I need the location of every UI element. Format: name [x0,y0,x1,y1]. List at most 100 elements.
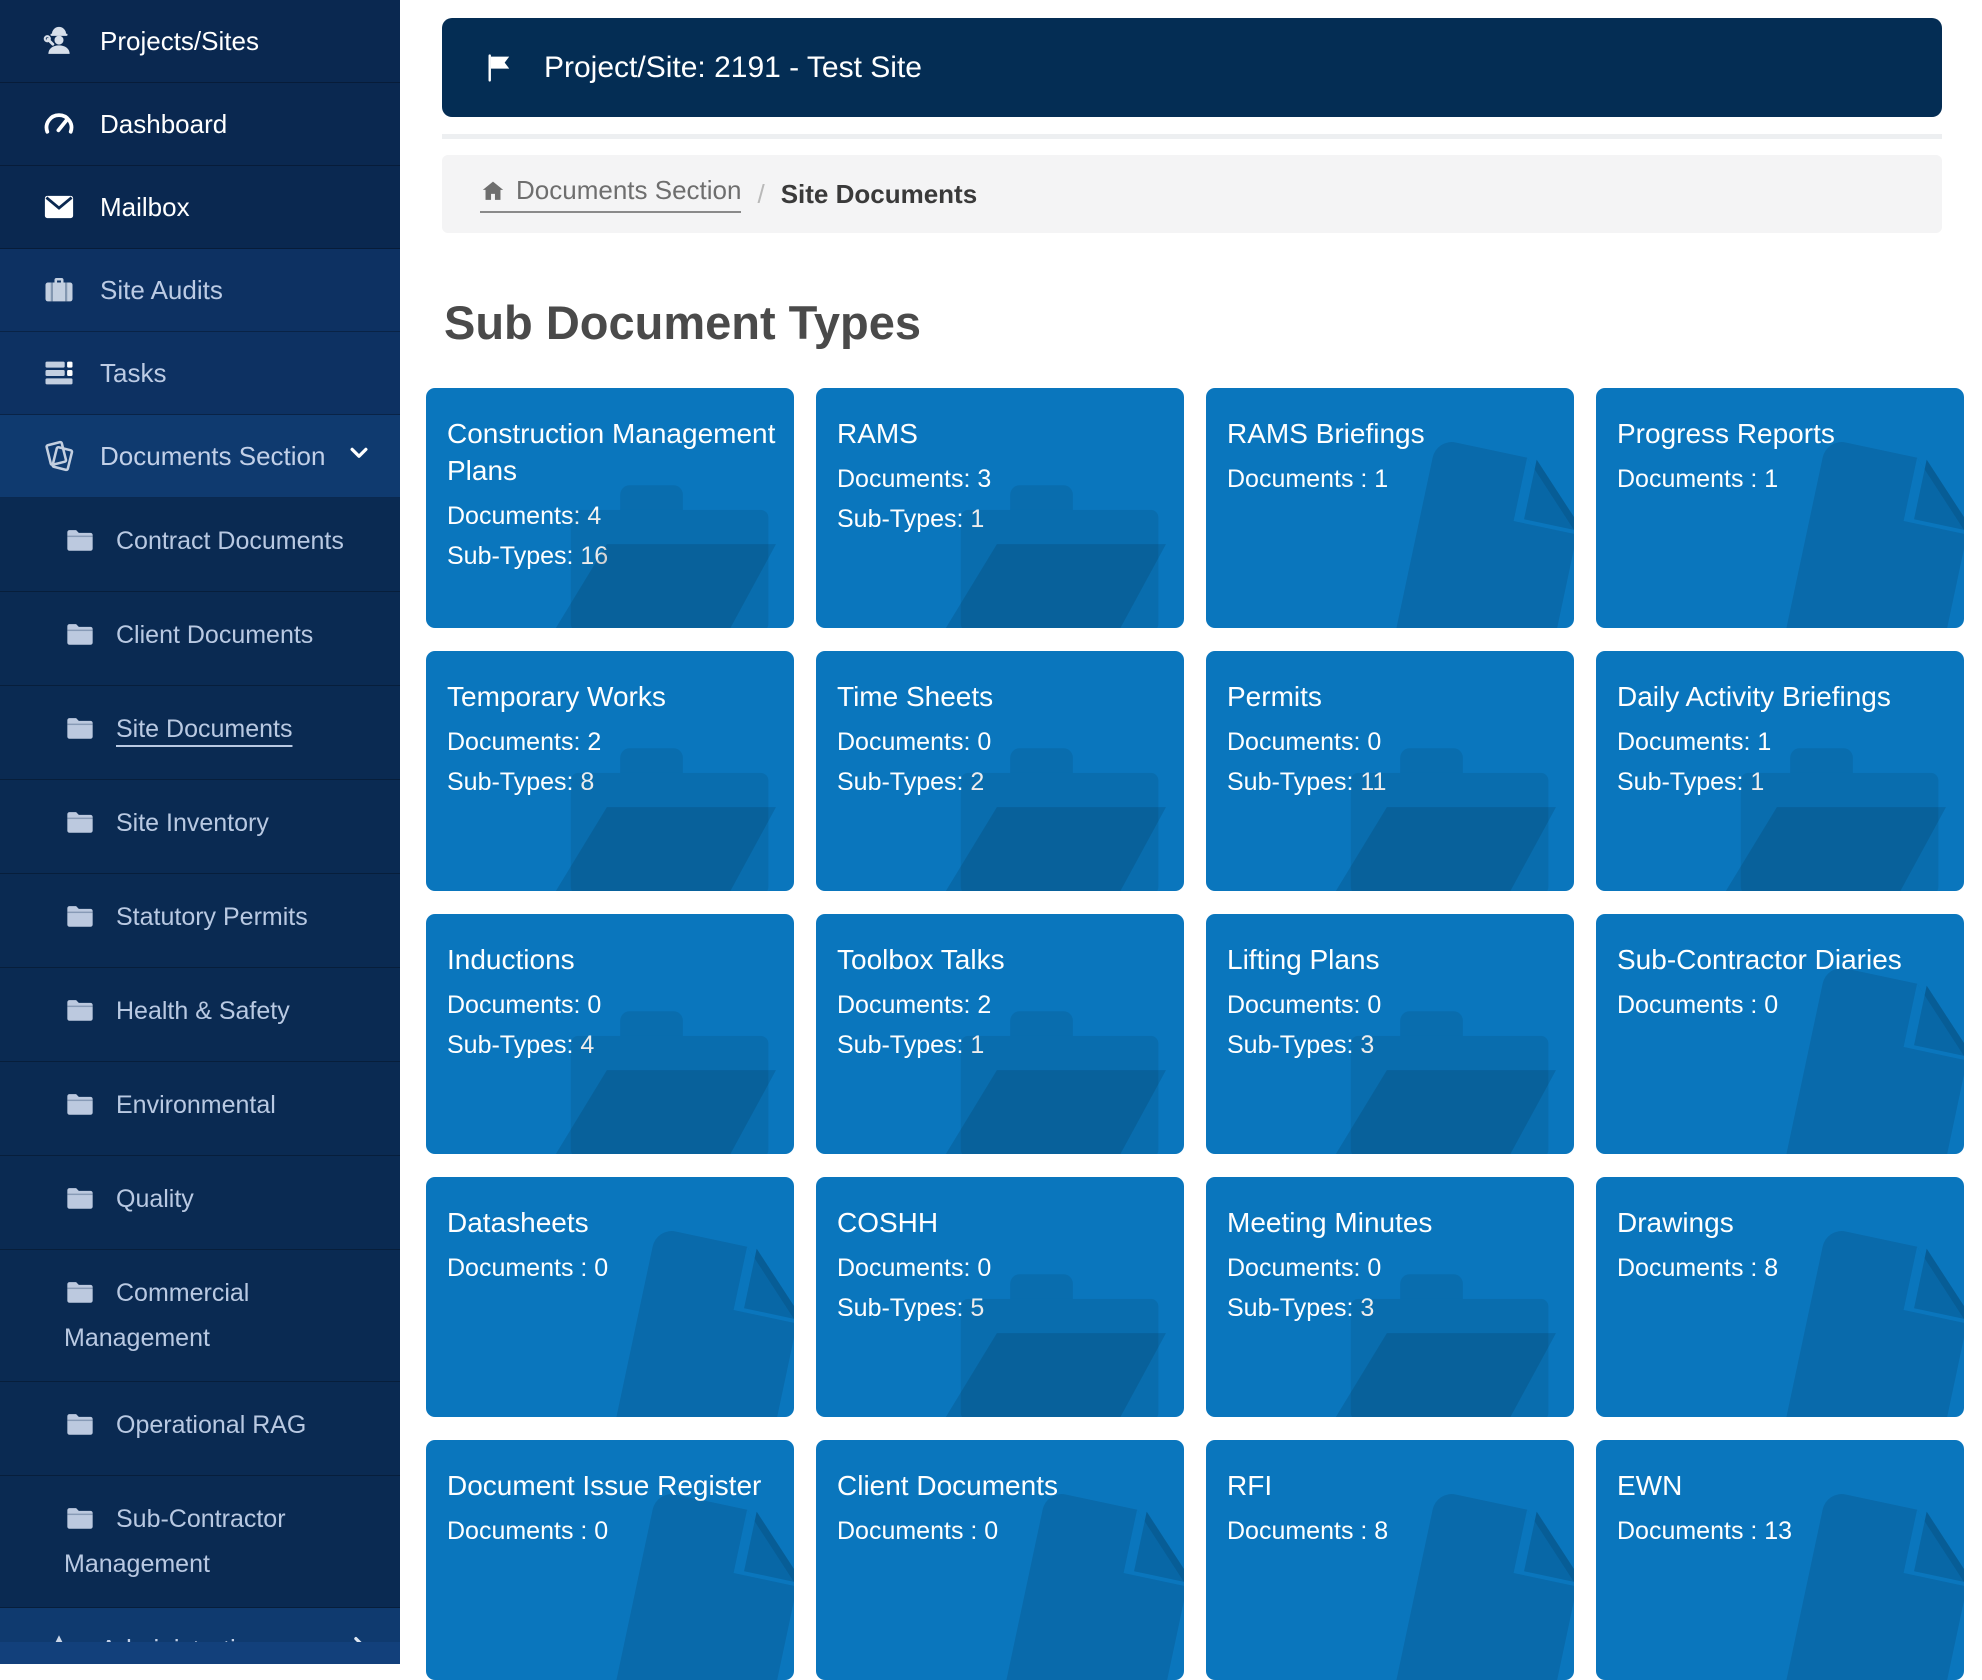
sidebar-item-label: Statutory Permits [116,903,308,931]
card-subtypes-count: Sub-Types: 1 [837,1025,1168,1065]
card-title: Construction Management Plans [447,415,778,489]
breadcrumb-link-label: Documents Section [516,175,741,206]
card-title: Progress Reports [1617,415,1948,452]
breadcrumb-current: Site Documents [781,179,978,210]
folder-icon [64,1502,96,1545]
card-documents-count: Documents: 2 [447,722,778,762]
card-documents-count: Documents: 2 [837,985,1168,1025]
sidebar-item-label: Documents Section [100,441,325,472]
card-documents-count: Documents : 0 [1617,985,1948,1025]
home-icon [480,178,506,204]
sidebar-item-contract-documents[interactable]: Contract Documents [0,498,400,592]
sidebar-item-label: Operational RAG [116,1411,306,1439]
card-datasheets[interactable]: DatasheetsDocuments : 0 [426,1177,794,1417]
sidebar-item-environmental[interactable]: Environmental [0,1062,400,1156]
sidebar-item-mailbox[interactable]: Mailbox [0,166,400,249]
card-title: RAMS [837,415,1168,452]
sidebar-item-health-safety[interactable]: Health & Safety [0,968,400,1062]
folder-icon [64,900,96,943]
sidebar-item-label: Dashboard [100,109,227,140]
briefcase-icon [40,271,78,309]
card-documents-count: Documents: 0 [837,1248,1168,1288]
card-daily-activity-briefings[interactable]: Daily Activity BriefingsDocuments: 1Sub-… [1596,651,1964,891]
card-time-sheets[interactable]: Time SheetsDocuments: 0Sub-Types: 2 [816,651,1184,891]
flag-icon [482,51,516,85]
sidebar-item-label: Environmental [116,1091,276,1119]
card-inductions[interactable]: InductionsDocuments: 0Sub-Types: 4 [426,914,794,1154]
gauge-icon [40,105,78,143]
sidebar-item-projects-sites[interactable]: Projects/Sites [0,0,400,83]
card-subtypes-count: Sub-Types: 5 [837,1288,1168,1328]
card-title: Toolbox Talks [837,941,1168,978]
sidebar-item-dashboard[interactable]: Dashboard [0,83,400,166]
sidebar-item-label: Site Audits [100,275,223,306]
card-title: Inductions [447,941,778,978]
card-title: Temporary Works [447,678,778,715]
card-document-issue-register[interactable]: Document Issue RegisterDocuments : 0 [426,1440,794,1680]
divider-strip [442,134,1942,139]
card-documents-count: Documents: 1 [1617,722,1948,762]
card-title: Meeting Minutes [1227,1204,1558,1241]
card-temporary-works[interactable]: Temporary WorksDocuments: 2Sub-Types: 8 [426,651,794,891]
sidebar-item-tasks[interactable]: Tasks [0,332,400,415]
folder-icon [64,1276,96,1319]
card-drawings[interactable]: Drawings Documents : 8 [1596,1177,1964,1417]
envelope-icon [40,188,78,226]
card-progress-reports[interactable]: Progress ReportsDocuments : 1 [1596,388,1964,628]
card-documents-count: Documents: 0 [1227,722,1558,762]
card-documents-count: Documents: 3 [837,459,1168,499]
card-title: COSHH [837,1204,1168,1241]
card-construction-management-plans[interactable]: Construction Management PlansDocuments: … [426,388,794,628]
project-site-title: Project/Site: 2191 - Test Site [544,51,922,85]
card-title: Lifting Plans [1227,941,1558,978]
card-title: Time Sheets [837,678,1168,715]
card-documents-count: Documents : 13 [1617,1511,1948,1551]
card-meeting-minutes[interactable]: Meeting MinutesDocuments: 0Sub-Types: 3 [1206,1177,1574,1417]
card-ewn[interactable]: EWNDocuments : 13 [1596,1440,1964,1680]
sidebar-item-client-documents[interactable]: Client Documents [0,592,400,686]
card-sub-contractor-diaries[interactable]: Sub-Contractor DiariesDocuments : 0 [1596,914,1964,1154]
card-coshh[interactable]: COSHH Documents: 0Sub-Types: 5 [816,1177,1184,1417]
sub-document-types-grid: Construction Management Plans Documents: … [426,388,1964,1680]
sidebar-footer-strip [0,1642,400,1664]
sidebar-item-label: Site Documents [116,715,292,743]
card-subtypes-count: Sub-Types: 3 [1227,1025,1558,1065]
sidebar-item-sub-contractor-management[interactable]: Sub-Contractor Management [0,1476,400,1608]
card-rfi[interactable]: RFIDocuments : 8 [1206,1440,1574,1680]
breadcrumb: Documents Section / Site Documents [442,155,1942,233]
card-documents-count: Documents: 0 [837,722,1168,762]
chevron-down-icon[interactable] [344,438,374,475]
folder-icon [64,994,96,1037]
sidebar-item-site-inventory[interactable]: Site Inventory [0,780,400,874]
folder-icon [64,1088,96,1131]
sidebar-item-statutory-permits[interactable]: Statutory Permits [0,874,400,968]
card-toolbox-talks[interactable]: Toolbox Talks Documents: 2Sub-Types: 1 [816,914,1184,1154]
sidebar-item-documents-section[interactable]: Documents Section [0,415,400,498]
sidebar-item-operational-rag[interactable]: Operational RAG [0,1382,400,1476]
card-title: Drawings [1617,1204,1948,1241]
sidebar-item-quality[interactable]: Quality [0,1156,400,1250]
card-title: Document Issue Register [447,1467,778,1504]
card-lifting-plans[interactable]: Lifting PlansDocuments: 0Sub-Types: 3 [1206,914,1574,1154]
project-site-banner: Project/Site: 2191 - Test Site [442,18,1942,117]
card-rams[interactable]: RAMS Documents: 3Sub-Types: 1 [816,388,1184,628]
sidebar-item-label: Mailbox [100,192,190,223]
breadcrumb-link-documents-section[interactable]: Documents Section [480,175,741,213]
folder-icon [64,806,96,849]
card-rams-briefings[interactable]: RAMS BriefingsDocuments : 1 [1206,388,1574,628]
sidebar-item-label: Sub-Contractor Management [64,1505,286,1578]
card-documents-count: Documents: 0 [447,985,778,1025]
card-subtypes-count: Sub-Types: 1 [837,499,1168,539]
card-documents-count: Documents : 8 [1617,1248,1948,1288]
card-documents-count: Documents : 0 [837,1511,1168,1551]
sidebar-item-label: Projects/Sites [100,26,259,57]
card-subtypes-count: Sub-Types: 3 [1227,1288,1558,1328]
card-permits[interactable]: PermitsDocuments: 0Sub-Types: 11 [1206,651,1574,891]
sidebar-item-site-audits[interactable]: Site Audits [0,249,400,332]
sidebar: Projects/Sites Dashboard Mailbox Site Audit… [0,0,400,1664]
folder-icon [64,1182,96,1225]
sidebar-item-site-documents[interactable]: Site Documents [0,686,400,780]
card-documents-count: Documents : 0 [447,1248,778,1288]
sidebar-item-commercial-management[interactable]: Commercial Management [0,1250,400,1382]
card-client-documents[interactable]: Client DocumentsDocuments : 0 [816,1440,1184,1680]
